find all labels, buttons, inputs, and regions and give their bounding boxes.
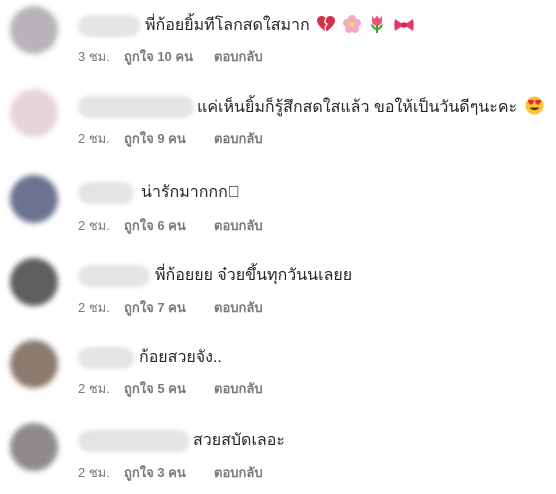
username-blurred[interactable] [78,430,190,452]
likes-count-button[interactable]: ถูกใจ 3 คน [124,464,214,482]
username-blurred[interactable] [78,265,150,287]
reply-button[interactable]: ตอบกลับ [214,217,263,235]
likes-count-button[interactable]: ถูกใจ 10 คน [124,48,214,66]
likes-count-button[interactable]: ถูกใจ 5 คน [124,380,214,398]
likes-count-button[interactable]: ถูกใจ 7 คน [124,299,214,317]
likes-count-button[interactable]: ถูกใจ 9 คน [124,130,214,148]
comment-item: พี่ก้อยยิ้มทีโลกสดใสมาก 3 ชม. ถูกใจ 10 ค… [0,0,556,80]
reply-button[interactable]: ตอบกลับ [214,299,263,317]
comment-text-content: พี่ก้อยยิ้มทีโลกสดใสมาก [145,17,310,34]
username-blurred[interactable] [78,96,194,118]
comment-text-content: พี่ก้อยยย จ๋วยขึ้นทุกวันนเลยย [155,267,353,284]
cherry-blossom-icon [342,15,361,40]
comment-text: ก้อยสวยจัง.. [139,347,222,369]
comment-time: 2 ชม. [78,465,110,480]
comment-text: พี่ก้อยยิ้มทีโลกสดใสมาก [145,15,414,40]
comment-text: แค่เห็นยิ้มก็รู้สึกสดใสแล้ว ขอให้เป็นวัน… [197,96,544,122]
comment-text: น่ารักมากกก􀄂 [141,182,240,204]
tulip-icon [368,15,386,40]
comment-item: ก้อยสวยจัง.. 2 ชม. ถูกใจ 5 คน ตอบกลับ [0,332,556,412]
comment-meta: 2 ชม. ถูกใจ 7 คน ตอบกลับ [78,299,263,317]
username-blurred[interactable] [78,182,134,204]
avatar[interactable] [10,258,58,306]
broken-heart-icon [317,16,336,40]
avatar[interactable] [10,6,58,54]
comment-item: สวยสบัดเลอะ 2 ชม. ถูกใจ 3 คน ตอบกลับ [0,414,556,494]
comment-time: 3 ชม. [78,49,110,64]
comment-meta: 2 ชม. ถูกใจ 9 คน ตอบกลับ [78,130,263,148]
reply-button[interactable]: ตอบกลับ [214,464,263,482]
reply-button[interactable]: ตอบกลับ [214,130,263,148]
comment-time: 2 ชม. [78,218,110,233]
ribbon-icon [393,17,414,40]
comment-text-content: สวยสบัดเลอะ [193,432,285,449]
comment-text-content: แค่เห็นยิ้มก็รู้สึกสดใสแล้ว ขอให้เป็นวัน… [197,99,518,116]
comment-meta: 2 ชม. ถูกใจ 5 คน ตอบกลับ [78,380,263,398]
username-blurred[interactable] [78,347,134,369]
comment-time: 2 ชม. [78,131,110,146]
comment-meta: 3 ชม. ถูกใจ 10 คน ตอบกลับ [78,48,263,66]
comment-item: พี่ก้อยยย จ๋วยขึ้นทุกวันนเลยย 2 ชม. ถูกใจ… [0,249,556,329]
likes-count-button[interactable]: ถูกใจ 6 คน [124,217,214,235]
reply-button[interactable]: ตอบกลับ [214,380,263,398]
comment-time: 2 ชม. [78,381,110,396]
comment-meta: 2 ชม. ถูกใจ 6 คน ตอบกลับ [78,217,263,235]
comment-text: สวยสบัดเลอะ [193,430,285,452]
avatar[interactable] [10,423,58,471]
comment-item: แค่เห็นยิ้มก็รู้สึกสดใสแล้ว ขอให้เป็นวัน… [0,83,556,163]
reply-button[interactable]: ตอบกลับ [214,48,263,66]
comment-item: น่ารักมากกก􀄂 2 ชม. ถูกใจ 6 คน ตอบกลับ [0,166,556,246]
username-blurred[interactable] [78,15,140,37]
avatar[interactable] [10,89,58,137]
avatar[interactable] [10,175,58,223]
avatar[interactable] [10,340,58,388]
comment-text: พี่ก้อยยย จ๋วยขึ้นทุกวันนเลยย [155,265,352,287]
comment-meta: 2 ชม. ถูกใจ 3 คน ตอบกลับ [78,464,263,482]
heart-eyes-icon [525,96,544,122]
comment-text-content: น่ารักมากกก􀄂 [141,184,240,201]
comment-time: 2 ชม. [78,300,110,315]
comment-text-content: ก้อยสวยจัง.. [139,349,222,366]
